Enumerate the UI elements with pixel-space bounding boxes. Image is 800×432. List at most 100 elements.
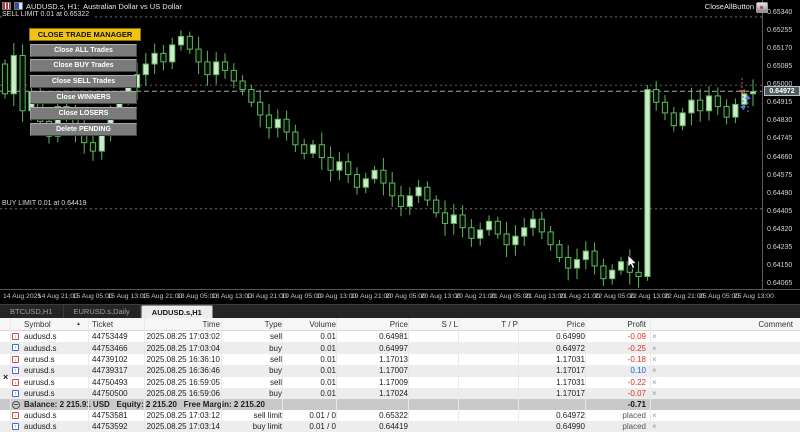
cell-tp [462,365,518,376]
candle-body [381,170,386,183]
column-header-price[interactable]: Price [340,318,408,330]
cell-comment [662,377,793,388]
trade-marker-arrowhead [740,106,746,110]
time-axis: 14 Aug 202514 Aug 21:0015 Aug 05:0015 Au… [0,289,800,304]
close-all-button-label[interactable]: CloseAllButton [705,2,754,11]
cell-price_current: 1.17017 [522,388,585,399]
cell-profit: placed [589,410,646,421]
cell-volume: 0.01 / 0 [286,421,336,432]
column-header-tp[interactable]: T / P [462,318,518,330]
column-header-profit[interactable]: Profit [589,318,646,330]
column-header-sl[interactable]: S / L [412,318,458,330]
cell-type: sell [226,354,282,365]
cell-price: 0.64419 [340,421,408,432]
chart-tab-eurusd-s-daily[interactable]: EURUSD.s,Daily [64,305,141,318]
chart-area[interactable]: AUDUSD.s, H1: Australian Dollar vs US Do… [0,0,800,304]
close-trade-icon[interactable]: × [652,410,657,421]
candle-body [742,94,747,105]
chart-tab-btcusd-h1[interactable]: BTCUSD,H1 [0,305,64,318]
trade-manager-button-delete-pending[interactable]: Delete PENDING [30,123,137,136]
cell-price_current: 0.64972 [522,342,585,353]
cell-price_current: 1.17017 [522,365,585,376]
candle-body [196,49,201,62]
table-row[interactable]: ↑eurusd.s447505002025.08.25 16:59:06buy0… [0,388,800,399]
candle-body [680,113,685,126]
chart-tab-audusd-s-h1[interactable]: AUDUSD.s,H1 [141,305,213,318]
cell-time: 2025.08.25 17:03:12 [122,410,220,421]
current-price-box: 0.64972 [764,86,800,96]
table-row[interactable]: ↓eurusd.s447504932025.08.25 16:59:05sell… [0,377,800,388]
cell-type: sell [226,377,282,388]
candle-body [539,219,544,232]
cell-volume: 0.01 [286,388,336,399]
trade-manager-button-close-losers[interactable]: Close LOSERS [30,107,137,120]
cell-price: 0.64981 [340,331,408,342]
cell-price_current: 0.64972 [522,410,585,421]
buy-limit-order-label: BUY LIMIT 0.01 at 0.64419 [2,200,90,207]
cell-tp [462,354,518,365]
cell-price_current: 1.17031 [522,354,585,365]
close-trade-icon[interactable]: × [652,377,657,388]
close-trade-icon[interactable]: × [652,365,657,376]
close-trade-manager-button[interactable]: CLOSE TRADE MANAGER [29,28,141,41]
candle-body [442,213,447,224]
close-trade-icon[interactable]: × [652,354,657,365]
cell-symbol: audusd.s [24,421,86,432]
cell-volume: 0.01 [286,365,336,376]
trade-manager-button-close-winners[interactable]: Close WINNERS [30,91,137,104]
column-header-price_current[interactable]: Price [522,318,585,330]
candle-body [557,245,562,258]
chart-title-bar: AUDUSD.s, H1: Australian Dollar vs US Do… [2,1,182,11]
column-header-type[interactable]: Type [226,318,282,330]
candle-body [354,175,359,188]
table-row[interactable]: ↓audusd.s447534492025.08.25 17:03:02sell… [0,331,800,342]
candle-body [636,272,641,276]
cell-price: 0.64997 [340,342,408,353]
cell-tp [462,388,518,399]
cell-price_current: 0.64990 [522,331,585,342]
candle-body [20,56,25,111]
candle-body [566,257,571,268]
close-all-button-icon[interactable] [756,2,768,13]
cell-symbol: eurusd.s [24,365,86,376]
column-separator [144,318,145,430]
candle-body [178,36,183,45]
close-trade-icon[interactable]: × [652,342,657,353]
candle-body [662,102,667,113]
column-header-volume[interactable]: Volume [286,318,336,330]
column-separator [10,318,11,430]
candle-body [583,251,588,260]
column-header-time[interactable]: Time [122,318,220,330]
table-row[interactable]: ↑audusd.s447535922025.08.25 17:03:14buy … [0,421,800,432]
cell-tp [462,410,518,421]
candle-body [398,196,403,207]
candle-body [266,115,271,128]
close-trade-icon[interactable]: × [652,331,657,342]
cell-symbol: audusd.s [24,410,86,421]
candle-body [530,219,535,228]
trade-manager-button-close-sell-trades[interactable]: Close SELL Trades [30,75,137,88]
trade-manager-button-close-buy-trades[interactable]: Close BUY Trades [30,59,137,72]
terminal-close-icon[interactable]: × [3,320,8,432]
table-row[interactable]: ↓audusd.s447535812025.08.25 17:03:12sell… [0,410,800,421]
cell-type: buy [226,342,282,353]
cell-type: buy limit [226,421,282,432]
candle-body [574,260,579,269]
column-header-comment[interactable]: Comment [662,318,793,330]
candle-body [240,81,245,90]
cell-price: 0.65322 [340,410,408,421]
sort-asc-icon[interactable]: ▲ [76,321,81,327]
column-separator [221,318,222,430]
cell-profit: -0.18 [589,354,646,365]
table-row[interactable]: ↑eurusd.s447393172025.08.25 16:36:46buy0… [0,365,800,376]
candle-body [750,92,755,94]
symbol-logo-icon [2,2,11,10]
price-axis-label: 0.64405 [767,208,792,215]
close-trade-icon[interactable]: × [652,421,657,432]
trade-manager-button-close-all-trades[interactable]: Close ALL Trades [30,44,137,57]
close-trade-icon[interactable]: × [652,388,657,399]
table-row[interactable]: ↓eurusd.s447391022025.08.25 16:36:10sell… [0,354,800,365]
candle-body [469,228,474,239]
table-row[interactable]: ↑audusd.s447534662025.08.25 17:03:04buy0… [0,342,800,353]
cell-profit: 0.10 [589,365,646,376]
